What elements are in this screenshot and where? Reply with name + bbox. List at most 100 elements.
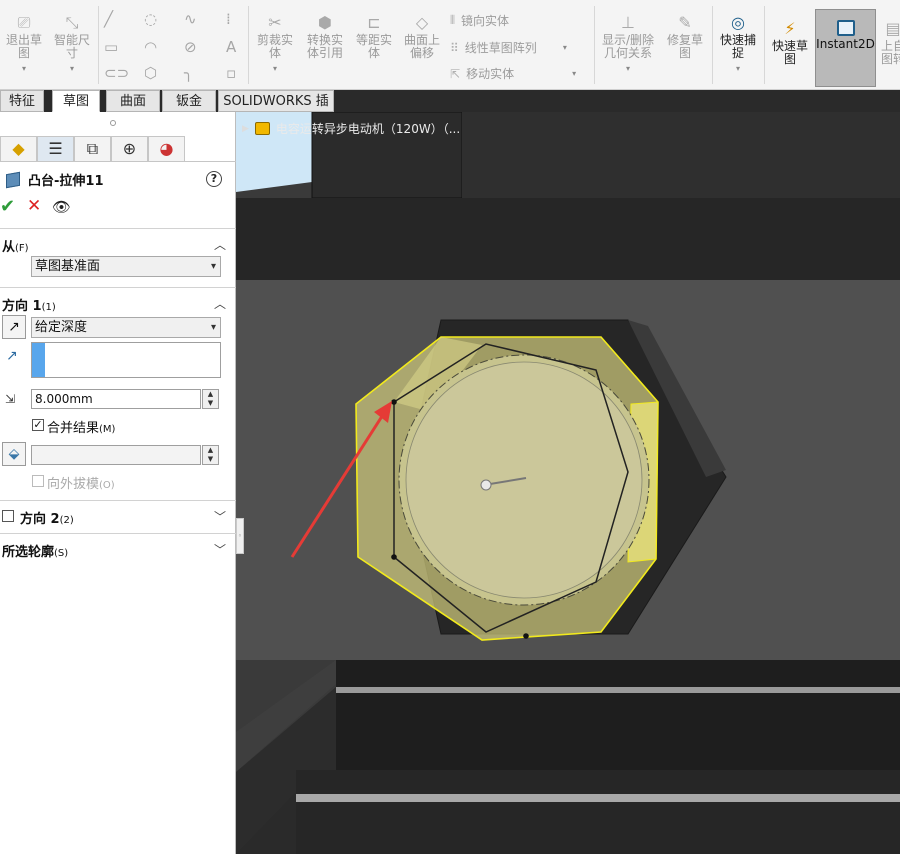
panel-grip-icon[interactable] xyxy=(110,120,116,126)
bottom-bar-highlight xyxy=(296,794,900,802)
up-sketch-partial-button[interactable]: ▤ 上自图转 xyxy=(878,20,900,66)
ok-check-icon[interactable]: ✔ xyxy=(0,196,15,217)
rapid-sketch-button[interactable]: ⚡ 快速草图 xyxy=(768,20,812,66)
tab-solidworks-addins[interactable]: SOLIDWORKS 插件 xyxy=(218,90,334,130)
origin-icon xyxy=(480,479,492,491)
mirror-entities-label: 镜向实体 xyxy=(461,14,510,28)
sketch-vertex xyxy=(391,554,397,560)
from-start-condition-select[interactable]: 草图基准面 ▾ xyxy=(31,256,221,277)
dark-rail xyxy=(236,198,900,282)
circle-icon[interactable]: ◌ xyxy=(144,10,157,28)
rectangle-icon[interactable]: ▭ xyxy=(104,38,118,56)
help-icon[interactable]: ? xyxy=(206,171,222,187)
selected-contours-label: 所选轮廓 xyxy=(2,545,55,560)
offset-on-surface-label: 曲面上偏移 xyxy=(403,33,440,60)
draft-toggle-button[interactable]: ⬙ xyxy=(2,442,26,466)
up-sketch-partial-label: 上自图转 xyxy=(880,39,900,66)
arc-icon[interactable]: ◠ xyxy=(144,38,157,56)
tab-features[interactable]: 特征 xyxy=(0,90,44,112)
model-view-canvas xyxy=(236,112,900,854)
exit-sketch-caret-icon: ▾ xyxy=(21,64,26,73)
fillet-icon[interactable]: ╮ xyxy=(184,64,193,82)
linear-pattern-caret-icon: ▾ xyxy=(562,43,567,52)
offset-on-surface-button[interactable]: ◇ 曲面上偏移 xyxy=(400,14,444,60)
quick-snaps-button[interactable]: ◎ 快速捕捉 ▾ xyxy=(716,14,760,75)
offset-entities-button[interactable]: ⊏ 等距实体 xyxy=(352,14,396,60)
configuration-manager-tab[interactable]: ⧉ xyxy=(74,136,111,162)
linear-pattern-button[interactable]: ⠿ 线性草图阵列 ▾ xyxy=(450,39,567,56)
direction2-label: 方向 2 xyxy=(20,512,60,527)
mirror-entities-button[interactable]: ⫴ 镜向实体 xyxy=(450,12,509,29)
from-label: 从 xyxy=(2,240,16,255)
property-manager-panel: ◆ ☰ ⧉ ⊕ ◕ 凸台-拉伸11 ? ✔ ✕ 👁 从(F) ︿ 草图基准面 ▾… xyxy=(0,112,236,854)
display-delete-relations-button[interactable]: ⊥ 显示/删除几何关系 ▾ xyxy=(598,14,658,75)
ellipse-icon[interactable]: ⊘ xyxy=(184,38,197,56)
chevron-down-icon: ▾ xyxy=(210,322,216,333)
text-icon[interactable]: A xyxy=(226,38,236,56)
depth-spinner[interactable]: ▲ ▼ xyxy=(202,389,219,409)
polygon-icon[interactable]: ⬡ xyxy=(144,64,157,82)
dimxpert-tab[interactable]: ⊕ xyxy=(111,136,148,162)
instant2d-label: Instant2D xyxy=(816,37,875,51)
from-section-header[interactable]: 从(F) xyxy=(2,236,29,255)
direction2-section-header[interactable]: 方向 2(2) xyxy=(20,508,74,527)
direction-vector-selection-box[interactable] xyxy=(31,342,221,378)
direction1-shortcut: (1) xyxy=(41,302,56,313)
reverse-direction-button[interactable]: ↗ xyxy=(2,315,26,339)
repair-sketch-icon: ✎ xyxy=(678,13,692,32)
quick-snaps-caret-icon: ▾ xyxy=(735,64,740,73)
graphics-viewport[interactable]: ▶ 电容运转异步电动机（120W）（... xyxy=(236,112,900,854)
upper-housing xyxy=(462,112,900,198)
instant2d-button[interactable]: Instant2D xyxy=(815,9,876,87)
draft-angle-spinner[interactable]: ▲ ▼ xyxy=(202,445,219,465)
ribbon-separator xyxy=(712,6,713,84)
exit-sketch-button[interactable]: ⎚ 退出草图 ▾ xyxy=(2,14,46,75)
draft-angle-input[interactable] xyxy=(31,445,201,465)
section-divider xyxy=(0,533,236,534)
preview-eye-icon[interactable]: 👁 xyxy=(52,198,71,216)
point-grid-icon[interactable]: ⁞ xyxy=(226,10,231,28)
display-delete-relations-label: 显示/删除几何关系 xyxy=(601,33,655,60)
expand-arrow-icon[interactable]: ▶ xyxy=(242,124,249,134)
panel-collapse-handle[interactable]: ◦ xyxy=(236,518,244,554)
smart-dimension-button[interactable]: ⤡ 智能尺寸 ▾ xyxy=(50,14,94,75)
depth-input[interactable]: 8.000mm xyxy=(31,389,201,409)
selected-contours-section-header[interactable]: 所选轮廓(S) xyxy=(2,541,68,560)
ribbon-separator xyxy=(98,6,99,84)
tab-sheet-metal[interactable]: 钣金 xyxy=(162,90,216,112)
quick-snaps-label: 快速捕捉 xyxy=(719,33,756,60)
draft-outward-checkbox[interactable] xyxy=(32,475,44,487)
display-manager-tab[interactable]: ◕ xyxy=(148,136,185,162)
crosshair-icon: ⊕ xyxy=(122,139,137,158)
feature-tree-flyout[interactable]: ▶ 电容运转异步电动机（120W）（... xyxy=(242,120,460,137)
slot-icon[interactable]: ⊂⊃ xyxy=(104,64,129,82)
property-manager-tab[interactable]: ☰ xyxy=(37,136,74,162)
convert-entities-label: 转换实体引用 xyxy=(306,33,343,60)
move-entities-button[interactable]: ⇱ 移动实体 ▾ xyxy=(450,65,576,82)
end-condition-select[interactable]: 给定深度 ▾ xyxy=(31,317,221,338)
merge-result-checkbox[interactable]: ✓ xyxy=(32,419,44,431)
move-entities-caret-icon: ▾ xyxy=(572,69,577,78)
section-divider xyxy=(0,500,236,501)
active-selection-indicator xyxy=(32,343,45,377)
plane-icon[interactable]: ▫ xyxy=(226,64,236,82)
direction2-expand-icon[interactable]: ﹀ xyxy=(214,508,226,525)
spline-icon[interactable]: ∿ xyxy=(184,10,197,28)
from-collapse-icon[interactable]: ︿ xyxy=(214,236,226,253)
direction2-checkbox[interactable] xyxy=(2,510,14,522)
line-icon[interactable]: ╱ xyxy=(104,10,113,28)
tab-surfaces[interactable]: 曲面 xyxy=(106,90,160,112)
scissors-icon: ✂ xyxy=(268,13,282,32)
selected-contours-expand-icon[interactable]: ﹀ xyxy=(214,541,226,558)
direction1-section-header[interactable]: 方向 1(1) xyxy=(2,295,56,314)
feature-manager-tab[interactable]: ◆ xyxy=(0,136,37,162)
tab-sketch[interactable]: 草图 xyxy=(52,90,100,112)
direction1-collapse-icon[interactable]: ︿ xyxy=(214,295,226,312)
mirror-icon: ⫴ xyxy=(450,13,456,27)
cancel-x-icon[interactable]: ✕ xyxy=(27,196,41,216)
convert-entities-button[interactable]: ⬢ 转换实体引用 xyxy=(302,14,348,60)
trim-entities-button[interactable]: ✂ 剪裁实体 ▾ xyxy=(252,14,298,75)
part-icon xyxy=(254,122,270,135)
rapid-sketch-icon: ⚡ xyxy=(784,19,796,38)
repair-sketch-button[interactable]: ✎ 修复草图 xyxy=(662,14,708,60)
